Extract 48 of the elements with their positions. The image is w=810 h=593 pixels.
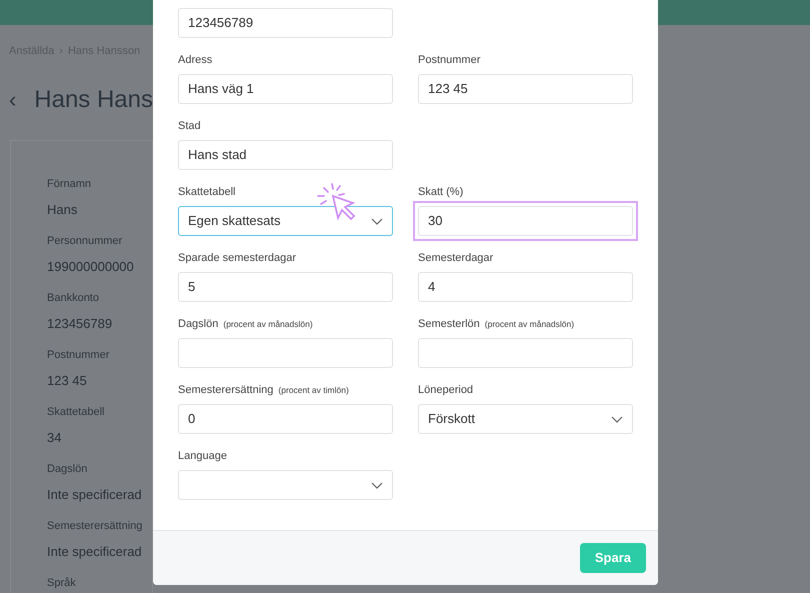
detail-value: 123 45 — [47, 372, 88, 388]
detail-label: Postnummer — [47, 348, 110, 362]
detail-label: Dagslön — [47, 462, 88, 476]
detail-value: Inte specificerad — [47, 544, 143, 560]
field-label: Sparade semesterdagar — [178, 250, 296, 266]
field-label: Stad — [178, 118, 201, 134]
input-field[interactable]: 5 — [178, 272, 393, 302]
select-field[interactable]: Egen skattesats — [178, 206, 393, 236]
field-hint: (procent av timlön) — [278, 384, 349, 396]
detail-value: 199000000000 — [47, 258, 135, 274]
detail-value: 123456789 — [47, 316, 114, 332]
field-label: Adress — [178, 52, 212, 68]
detail-label: Språk — [47, 576, 77, 590]
input-field[interactable]: Hans stad — [178, 140, 393, 170]
detail-label: Bankkonto — [47, 290, 100, 304]
select-field[interactable] — [178, 470, 393, 500]
input-field[interactable]: 4 — [418, 272, 633, 302]
field-label: Semesterersättning — [178, 382, 274, 398]
field-label: Language — [178, 448, 227, 464]
field-hint: (procent av månadslön) — [484, 318, 574, 330]
select-field[interactable]: Förskott — [418, 404, 633, 434]
field-label: Skattetabell — [178, 184, 236, 200]
detail-value: Hans — [47, 202, 78, 218]
breadcrumb-separator: › — [59, 44, 63, 59]
field-label: Semesterlön — [418, 316, 480, 332]
input-field[interactable]: 123 45 — [418, 74, 633, 104]
field-label: Semesterdagar — [418, 250, 494, 266]
detail-value: Inte specificerad — [47, 486, 143, 502]
input-field[interactable]: Hans väg 1 — [178, 74, 393, 104]
field-label: Postnummer — [418, 52, 480, 68]
input-field[interactable]: 123456789 — [178, 8, 393, 38]
field-hint: (procent av månadslön) — [223, 318, 313, 330]
field-label: Dagslön — [178, 316, 218, 332]
field-label: Skatt (%) — [418, 184, 464, 200]
chevron-down-icon — [371, 482, 383, 488]
page-title: Hans Hans — [34, 84, 153, 114]
input-field[interactable] — [178, 338, 393, 368]
chevron-down-icon — [611, 416, 623, 422]
detail-value: 34 — [47, 430, 62, 446]
detail-label: Förnamn — [47, 176, 92, 190]
input-field[interactable]: 0 — [178, 404, 393, 434]
field-label: Löneperiod — [418, 382, 474, 398]
detail-label: Skattetabell — [47, 404, 106, 418]
detail-label: Semesterersättning — [47, 518, 144, 532]
detail-label: Personnummer — [47, 234, 124, 248]
input-field[interactable]: 30 — [418, 206, 633, 236]
chevron-down-icon — [371, 218, 383, 224]
input-field[interactable] — [418, 338, 633, 368]
